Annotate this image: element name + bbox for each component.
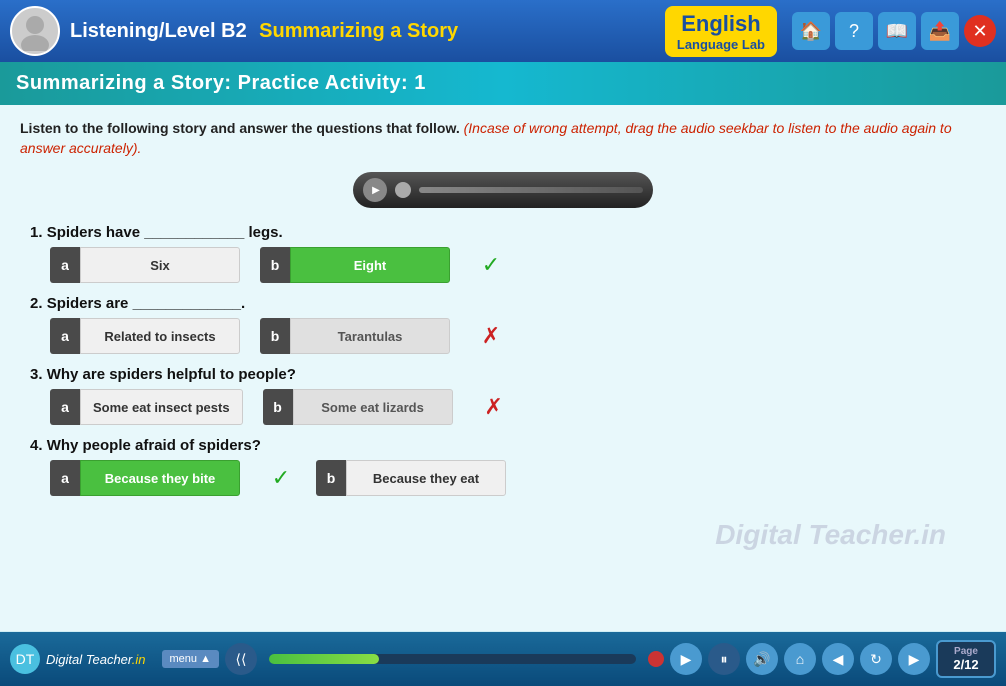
option-b-text: Tarantulas <box>290 318 450 354</box>
volume-button[interactable]: 🔊 <box>746 643 778 675</box>
page-label: Page <box>948 646 984 657</box>
question-2-option-a[interactable]: a Related to insects <box>50 318 240 354</box>
seek-bar[interactable] <box>419 187 643 193</box>
footer: DT Digital Teacher.in menu ▲ ⟨⟨ ▶ ⏸ 🔊 ⌂ … <box>0 632 1006 686</box>
page-number: 2/12 <box>948 657 984 672</box>
instruction-main: Listen to the following story and answer… <box>20 120 460 136</box>
instruction: Listen to the following story and answer… <box>20 119 986 158</box>
option-a-letter: a <box>50 318 80 354</box>
play-footer-button[interactable]: ▶ <box>670 643 702 675</box>
share-button[interactable]: 📤 <box>921 12 959 50</box>
subheader: Summarizing a Story: Practice Activity: … <box>0 62 1006 105</box>
option-b-letter: b <box>260 247 290 283</box>
option-b-letter: b <box>316 460 346 496</box>
close-button[interactable]: ✕ <box>964 15 996 47</box>
question-1-text: 1. Spiders have ____________ legs. <box>30 224 986 241</box>
header-title-block: Listening/Level B2 Summarizing a Story <box>70 20 665 43</box>
app-name: English <box>677 11 765 37</box>
page-badge: Page 2/12 <box>936 640 996 678</box>
pause-button[interactable]: ⏸ <box>708 643 740 675</box>
header-controls: English Language Lab 🏠 ? 📖 📤 ✕ <box>665 6 996 57</box>
option-a-text: Because they bite <box>80 460 240 496</box>
result-2-icon: ✗ <box>476 321 506 351</box>
option-a-letter: a <box>50 247 80 283</box>
question-4-option-b[interactable]: b Because they eat <box>316 460 506 496</box>
header-subtitle: Summarizing a Story <box>259 20 458 42</box>
footer-logo-suffix: .in <box>132 652 146 667</box>
question-4: 4. Why people afraid of spiders? a Becau… <box>20 437 986 496</box>
home-button[interactable]: 🏠 <box>792 12 830 50</box>
home-footer-button[interactable]: ⌂ <box>784 643 816 675</box>
prev-section-button[interactable]: ⟨⟨ <box>225 643 257 675</box>
footer-end-marker[interactable] <box>648 651 664 667</box>
result-3-icon: ✗ <box>479 392 509 422</box>
option-b-letter: b <box>263 389 293 425</box>
audio-player[interactable] <box>353 172 653 208</box>
footer-logo-icon: DT <box>10 644 40 674</box>
option-b-letter: b <box>260 318 290 354</box>
footer-logo-text: Digital Teacher.in <box>46 652 146 667</box>
question-1-options: a Six b Eight ✓ <box>50 247 986 283</box>
watermark: Digital Teacher.in <box>715 519 946 551</box>
header: Listening/Level B2 Summarizing a Story E… <box>0 0 1006 62</box>
option-b-text: Eight <box>290 247 450 283</box>
question-3-options: a Some eat insect pests b Some eat lizar… <box>50 389 986 425</box>
result-1-icon: ✓ <box>476 250 506 280</box>
play-button[interactable] <box>363 178 387 202</box>
footer-progress-fill <box>269 654 379 664</box>
menu-button[interactable]: menu ▲ <box>162 650 219 668</box>
question-1-option-b[interactable]: b Eight <box>260 247 450 283</box>
question-4-text: 4. Why people afraid of spiders? <box>30 437 986 454</box>
option-b-text: Because they eat <box>346 460 506 496</box>
refresh-button[interactable]: ↻ <box>860 643 892 675</box>
option-b-text: Some eat lizards <box>293 389 453 425</box>
question-4-options: a Because they bite ✓ b Because they eat <box>50 460 986 496</box>
question-3-text: 3. Why are spiders helpful to people? <box>30 366 986 383</box>
option-a-text: Six <box>80 247 240 283</box>
option-a-text: Some eat insect pests <box>80 389 243 425</box>
question-2-text: 2. Spiders are _____________. <box>30 295 986 312</box>
question-2-options: a Related to insects b Tarantulas ✗ <box>50 318 986 354</box>
question-1-option-a[interactable]: a Six <box>50 247 240 283</box>
app-subtitle: Language Lab <box>677 37 765 52</box>
question-3: 3. Why are spiders helpful to people? a … <box>20 366 986 425</box>
avatar <box>10 6 60 56</box>
option-a-letter: a <box>50 389 80 425</box>
question-3-option-b[interactable]: b Some eat lizards <box>263 389 453 425</box>
seek-handle[interactable] <box>395 182 411 198</box>
option-a-text: Related to insects <box>80 318 240 354</box>
header-title: Listening/Level B2 <box>70 20 247 42</box>
next-button[interactable]: ▶ <box>898 643 930 675</box>
footer-logo: DT Digital Teacher.in <box>10 644 146 674</box>
question-4-option-a[interactable]: a Because they bite <box>50 460 240 496</box>
question-3-option-a[interactable]: a Some eat insect pests <box>50 389 243 425</box>
question-2: 2. Spiders are _____________. a Related … <box>20 295 986 354</box>
result-4a-icon: ✓ <box>266 463 296 493</box>
footer-progress-bar[interactable] <box>269 654 636 664</box>
main-content: Listen to the following story and answer… <box>0 105 1006 631</box>
book-button[interactable]: 📖 <box>878 12 916 50</box>
option-a-letter: a <box>50 460 80 496</box>
question-2-option-b[interactable]: b Tarantulas <box>260 318 450 354</box>
questions-area: 1. Spiders have ____________ legs. a Six… <box>20 224 986 496</box>
question-1: 1. Spiders have ____________ legs. a Six… <box>20 224 986 283</box>
prev-button[interactable]: ◀ <box>822 643 854 675</box>
app-title-box: English Language Lab <box>665 6 777 57</box>
subheader-title: Summarizing a Story: Practice Activity: … <box>16 72 426 94</box>
help-button[interactable]: ? <box>835 12 873 50</box>
